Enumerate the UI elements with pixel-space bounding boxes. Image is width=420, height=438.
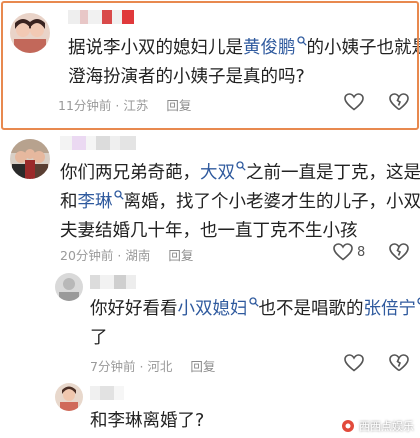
search-magnifier-icon xyxy=(113,190,124,200)
avatar[interactable] xyxy=(55,273,83,301)
location: 江苏 xyxy=(123,98,149,113)
comment-2: 你们两兄弟奇葩，大双 之前一直是丁克，这是 和李琳 离婚，找了个小老婆才生的儿子，小双… xyxy=(0,131,420,271)
heart-outline-icon xyxy=(344,93,364,111)
username-redacted[interactable] xyxy=(68,10,134,24)
separator: · xyxy=(115,98,120,113)
search-magnifier-icon xyxy=(248,297,259,307)
mention-link[interactable]: 黄俊鹏 xyxy=(243,36,307,58)
location: 湖南 xyxy=(125,248,151,263)
search-magnifier-icon xyxy=(296,36,307,46)
heart-outline-icon xyxy=(333,243,353,261)
username-redacted[interactable] xyxy=(90,275,136,289)
like-button[interactable] xyxy=(344,93,368,111)
comment-text: 你好好看看小双媳妇 也不是唱歌的张倍宁了 xyxy=(90,295,420,353)
dislike-button[interactable] xyxy=(389,243,409,261)
comment-text: 和李琳离婚了? xyxy=(90,411,205,431)
like-count: 8 xyxy=(357,244,366,260)
dislike-button[interactable] xyxy=(389,93,409,111)
mention-link[interactable]: 张倍宁 xyxy=(364,297,420,319)
heart-outline-icon xyxy=(344,354,364,372)
comment-text: 你们两兄弟奇葩，大双 之前一直是丁克，这是 和李琳 离婚，找了个小老婆才生的儿子，小双… xyxy=(60,161,420,241)
mention-link[interactable]: 小双媳妇 xyxy=(178,297,259,319)
reply-button[interactable]: 回复 xyxy=(168,248,193,263)
comment-meta: 11分钟前 · 江苏 回复 xyxy=(58,95,191,114)
reply-button[interactable]: 回复 xyxy=(166,98,191,113)
dislike-button[interactable] xyxy=(389,354,409,372)
like-button[interactable] xyxy=(344,354,368,372)
avatar[interactable] xyxy=(10,13,50,53)
username-redacted[interactable] xyxy=(90,386,124,400)
avatar[interactable] xyxy=(55,383,83,411)
comment-text: 据说李小双的媳妇儿是黄俊鹏 的小姨子也就是 澄海扮演者的小姨子是真的吗? xyxy=(68,36,420,87)
location: 河北 xyxy=(147,359,173,374)
timestamp: 11分钟前 xyxy=(58,98,112,113)
reply-2: 和李琳离婚了? 西西点娱乐 xyxy=(0,379,420,438)
mention-link[interactable]: 大双 xyxy=(200,161,246,183)
like-button[interactable]: 8 xyxy=(333,243,365,261)
watermark-logo-icon xyxy=(342,420,354,432)
separator: · xyxy=(139,359,144,374)
mention-link[interactable]: 李琳 xyxy=(78,190,124,212)
broken-heart-icon xyxy=(389,93,409,111)
reply-1: 你好好看看小双媳妇 也不是唱歌的张倍宁了 7分钟前 · 河北 回复 xyxy=(0,271,420,379)
comment-1: 据说李小双的媳妇儿是黄俊鹏 的小姨子也就是 澄海扮演者的小姨子是真的吗? 11分钟前… xyxy=(0,0,420,131)
broken-heart-icon xyxy=(389,354,409,372)
timestamp: 7分钟前 xyxy=(90,359,136,374)
watermark: 西西点娱乐 xyxy=(341,418,414,434)
search-magnifier-icon xyxy=(236,161,246,171)
avatar[interactable] xyxy=(10,139,50,179)
timestamp: 20分钟前 xyxy=(60,248,114,263)
username-redacted[interactable] xyxy=(60,136,136,150)
broken-heart-icon xyxy=(389,243,409,261)
reply-button[interactable]: 回复 xyxy=(190,359,215,374)
separator: · xyxy=(117,248,122,263)
comment-meta: 7分钟前 · 河北 回复 xyxy=(90,356,215,375)
comment-meta: 20分钟前 · 湖南 回复 xyxy=(60,245,193,264)
